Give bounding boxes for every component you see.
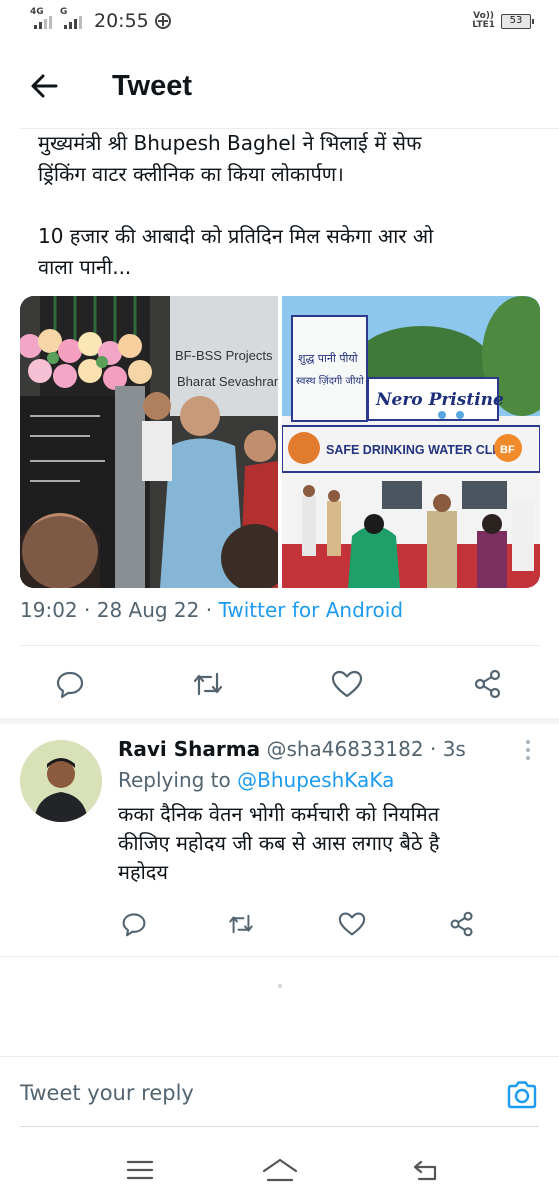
status-time: 20:55 [94, 10, 149, 32]
like-icon[interactable] [327, 664, 367, 704]
tweet-photo-right[interactable]: शुद्ध पानी पीयो स्वस्थ ज़िंदगी जीयो Nero… [282, 296, 540, 588]
tweet-text: मुख्यमंत्री श्री Bhupesh Baghel ने भिलाई… [38, 128, 508, 283]
reply-time: 3s [442, 737, 466, 761]
tweet-date: 28 Aug 22 [96, 598, 200, 622]
tweet-text-line: 10 हजार की आबादी को प्रतिदिन मिल सकेगा आ… [38, 224, 434, 248]
replying-to: Replying to @BhupeshKaKa [118, 768, 394, 792]
reply-text: कका दैनिक वेतन भोगी कर्मचारी को नियमित क… [118, 800, 538, 887]
status-right: Vo)) LTE1 53 [472, 11, 534, 30]
tweet-meta: 19:02 · 28 Aug 22 · Twitter for Android [20, 598, 403, 622]
tweet-photo-left[interactable]: BF-BSS Projects Bharat Sevashram [20, 296, 278, 588]
reply-header: Ravi Sharma @sha46833182 · 3s [118, 737, 466, 761]
top-app-bar: Tweet [0, 56, 559, 122]
meta-separator: · [84, 598, 91, 622]
section-separator [0, 718, 559, 724]
reply-text-line: कीजिए महोदय जी कब से आस लगाए बैठे है [118, 831, 440, 855]
tweet-text-line: वाला पानी... [38, 255, 132, 279]
more-options-icon[interactable] [525, 740, 531, 762]
divider [0, 1056, 559, 1057]
reply-text-line: महोदय [118, 860, 168, 884]
tweet-media[interactable]: BF-BSS Projects Bharat Sevashram शुद्ध प… [20, 296, 540, 588]
camera-icon[interactable] [505, 1078, 539, 1112]
tweet-text-line: ड्रिंकिंग वाटर क्लीनिक का किया लोकार्पण। [38, 162, 344, 186]
share-icon[interactable] [444, 906, 480, 942]
reply-author-name[interactable]: Ravi Sharma [118, 737, 260, 761]
replying-to-label: Replying to [118, 768, 231, 792]
compose-underline [20, 1126, 539, 1127]
arrow-left-icon[interactable] [28, 70, 60, 102]
signal-icon: 4G [30, 7, 54, 29]
menu-icon[interactable] [120, 1154, 160, 1186]
retweet-icon[interactable] [188, 664, 228, 704]
tweet-text-line: मुख्यमंत्री श्री Bhupesh Baghel ने भिलाई… [38, 131, 422, 155]
reply-text-line: कका दैनिक वेतन भोगी कर्मचारी को नियमित [118, 802, 440, 826]
photo-brand: Nero Pristine [375, 390, 504, 410]
battery-icon: 53 [501, 13, 534, 29]
reply-separator: · [429, 737, 437, 761]
like-icon[interactable] [334, 906, 370, 942]
reply-compose-input[interactable]: Tweet your reply [20, 1081, 194, 1105]
status-left: 4G G 20:55 [30, 7, 171, 32]
retweet-icon[interactable] [223, 906, 259, 942]
reply-actions [110, 906, 499, 942]
signal-icon-2: G [60, 7, 84, 29]
tweet-source-link[interactable]: Twitter for Android [218, 598, 403, 622]
photo-hindi-line1: शुद्ध पानी पीयो [298, 352, 358, 365]
tweet-time: 19:02 [20, 598, 78, 622]
volte-indicator: Vo)) LTE1 [472, 11, 495, 30]
avatar[interactable] [20, 740, 102, 822]
tweet-actions [20, 664, 539, 704]
photo-sign-line1: BF-BSS Projects [175, 348, 273, 363]
photo-hindi-line2: स्वस्थ ज़िंदगी जीयो [296, 375, 364, 387]
divider [20, 645, 539, 646]
page-title: Tweet [112, 70, 193, 102]
reply-author-handle[interactable]: @sha46833182 [266, 737, 423, 761]
reply-icon[interactable] [50, 664, 90, 704]
reply-icon[interactable] [116, 906, 152, 942]
photo-logo: BF [500, 444, 515, 456]
loading-indicator [278, 984, 282, 988]
back-icon[interactable] [406, 1154, 446, 1186]
replying-to-mention[interactable]: @BhupeshKaKa [237, 768, 394, 792]
divider [0, 956, 559, 957]
photo-sign-line2: Bharat Sevashram [177, 374, 278, 389]
data-saver-icon [154, 13, 171, 29]
meta-separator: · [205, 598, 213, 622]
status-bar: 4G G 20:55 Vo)) LTE1 53 [0, 0, 559, 44]
share-icon[interactable] [468, 664, 508, 704]
photo-banner: SAFE DRINKING WATER CLINIC [326, 443, 517, 457]
home-icon[interactable] [260, 1154, 300, 1186]
system-nav-bar [0, 1140, 559, 1200]
